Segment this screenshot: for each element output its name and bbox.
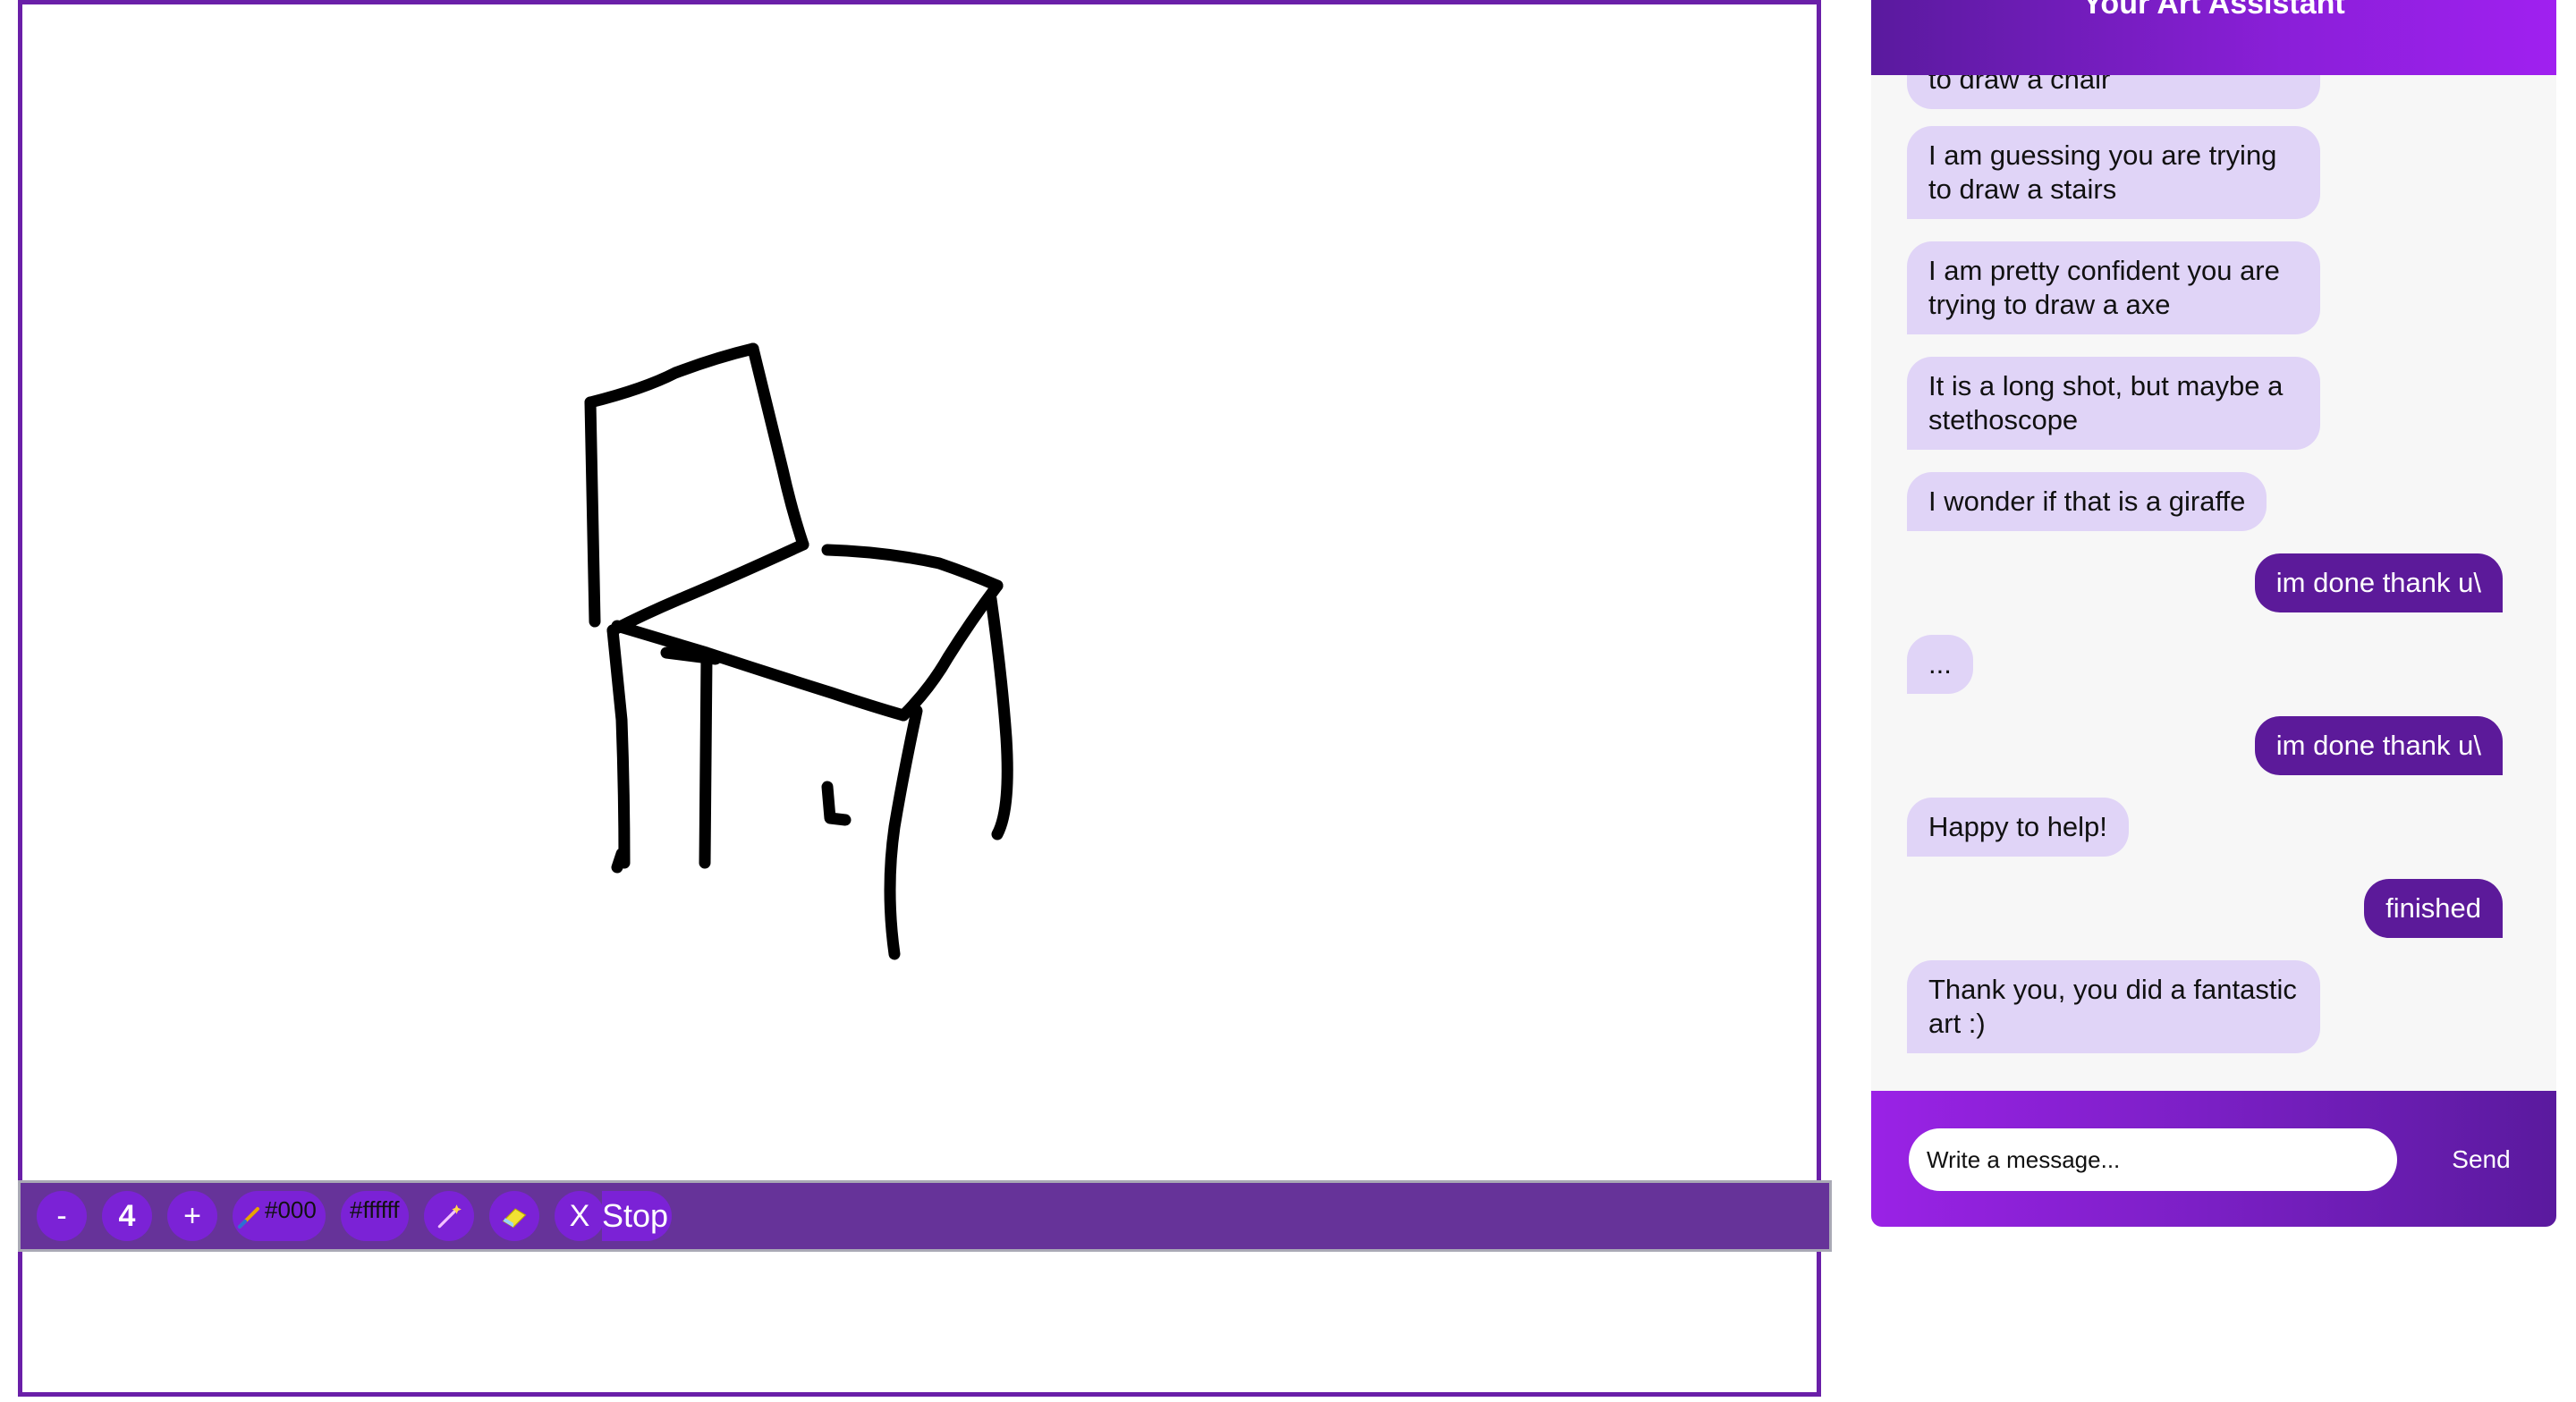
send-button[interactable]: Send bbox=[2428, 1137, 2535, 1182]
message-list[interactable]: to draw a chair I am guessing you are tr… bbox=[1871, 75, 2556, 1091]
user-message: im done thank u\ bbox=[2254, 716, 2503, 775]
bot-message: I wonder if that is a giraffe bbox=[1907, 472, 2267, 531]
user-message: im done thank u\ bbox=[2254, 553, 2503, 612]
clear-canvas-button[interactable]: X bbox=[555, 1191, 605, 1241]
drawing-toolbar: - 4 + #000 #ffffff X Stop bbox=[18, 1180, 1832, 1252]
pen-color-value: #000 bbox=[265, 1196, 317, 1223]
chat-header: Your Art Assistant bbox=[1871, 0, 2556, 75]
stop-button[interactable]: Stop bbox=[602, 1191, 673, 1241]
decrease-size-button[interactable]: - bbox=[37, 1191, 87, 1241]
message-input[interactable] bbox=[1909, 1128, 2397, 1191]
bot-message: Thank you, you did a fantastic art :) bbox=[1907, 960, 2320, 1053]
bot-message: Happy to help! bbox=[1907, 798, 2129, 857]
bot-typing-message: ... bbox=[1907, 635, 1973, 694]
bot-message: I am pretty confident you are trying to … bbox=[1907, 241, 2320, 334]
chat-panel: Your Art Assistant to draw a chair I am … bbox=[1871, 0, 2556, 1227]
magic-wand-icon bbox=[437, 1204, 462, 1229]
pen-color-icon bbox=[238, 1207, 259, 1229]
background-color-picker[interactable]: #ffffff bbox=[341, 1191, 409, 1241]
eraser-icon bbox=[502, 1208, 527, 1229]
bot-message: It is a long shot, but maybe a stethosco… bbox=[1907, 357, 2320, 450]
magic-wand-button[interactable] bbox=[424, 1191, 474, 1241]
increase-size-button[interactable]: + bbox=[167, 1191, 217, 1241]
user-message: finished bbox=[2364, 879, 2503, 938]
background-color-value: #ffffff bbox=[350, 1196, 400, 1223]
bot-message: I am guessing you are trying to draw a s… bbox=[1907, 126, 2320, 219]
eraser-button[interactable] bbox=[489, 1191, 539, 1241]
brush-size-display[interactable]: 4 bbox=[102, 1191, 152, 1241]
bot-message: to draw a chair bbox=[1907, 75, 2320, 109]
pen-color-picker[interactable]: #000 bbox=[233, 1191, 326, 1241]
chat-input-bar: Send bbox=[1871, 1091, 2556, 1227]
chat-title: Your Art Assistant bbox=[2082, 0, 2345, 21]
